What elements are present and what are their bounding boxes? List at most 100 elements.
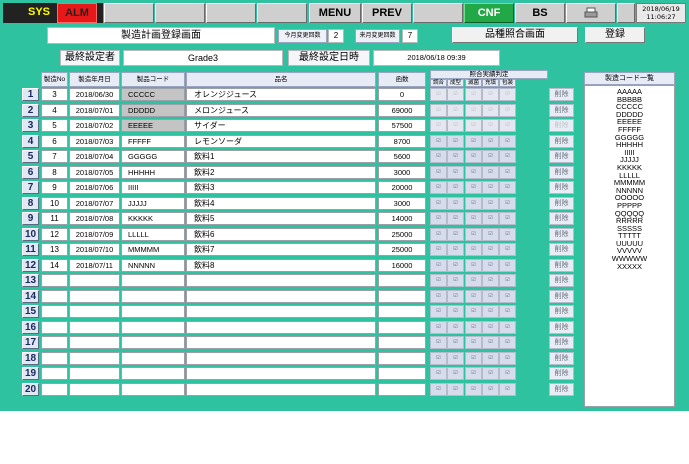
check-box-3[interactable]: ☑ [465, 181, 482, 194]
cell-name[interactable]: 飲料2 [186, 165, 376, 179]
cell-qty[interactable]: 0 [378, 88, 426, 101]
cell-no[interactable] [41, 367, 68, 380]
check-box-2[interactable]: ☑ [447, 150, 464, 163]
check-box-4[interactable]: ☑ [482, 367, 499, 380]
cell-name[interactable]: 飲料7 [186, 243, 376, 256]
row-number-button[interactable]: 8 [22, 196, 39, 210]
check-box-2[interactable]: ☑ [447, 165, 464, 179]
toolbar-blank-4[interactable] [257, 3, 307, 23]
check-box-1[interactable]: ☑ [430, 320, 447, 334]
check-box-5[interactable]: ☑ [499, 274, 516, 287]
row-number-button[interactable]: 20 [22, 382, 39, 396]
check-box-5[interactable]: ☑ [499, 367, 516, 380]
cell-no[interactable] [41, 289, 68, 303]
cell-qty[interactable] [378, 351, 426, 365]
cell-no[interactable] [41, 382, 68, 396]
alm-indicator[interactable]: ALM [57, 3, 97, 23]
check-box-2[interactable]: ☑ [447, 305, 464, 318]
delete-button[interactable]: 削除 [549, 150, 574, 163]
printer-button[interactable] [566, 3, 616, 23]
check-box-4[interactable]: ☑ [482, 165, 499, 179]
cell-qty[interactable]: 25000 [378, 227, 426, 241]
check-box-4[interactable]: ☑ [482, 336, 499, 349]
cell-code[interactable] [121, 351, 185, 365]
cell-date[interactable]: 2018/07/11 [69, 258, 120, 272]
check-box-4[interactable]: ☑ [482, 289, 499, 303]
check-box-3[interactable]: ☑ [465, 212, 482, 225]
cell-qty[interactable] [378, 289, 426, 303]
check-box-4[interactable]: ☑ [482, 150, 499, 163]
check-box-1[interactable]: ☑ [430, 150, 447, 163]
check-box-3[interactable]: ☑ [465, 243, 482, 256]
row-number-button[interactable]: 1 [22, 88, 39, 101]
check-box-1[interactable]: ☑ [430, 367, 447, 380]
check-box-1[interactable]: ☑ [430, 134, 447, 148]
cell-name[interactable]: 飲料6 [186, 227, 376, 241]
check-box-5[interactable]: ☑ [499, 382, 516, 396]
cell-name[interactable] [186, 351, 376, 365]
cell-date[interactable] [69, 382, 120, 396]
cell-code[interactable]: KKKKK [121, 212, 185, 225]
cell-name[interactable]: 飲料3 [186, 181, 376, 194]
cell-name[interactable] [186, 382, 376, 396]
cell-name[interactable]: 飲料5 [186, 212, 376, 225]
cell-date[interactable] [69, 336, 120, 349]
cell-code[interactable] [121, 367, 185, 380]
check-box-2[interactable]: ☑ [447, 289, 464, 303]
cell-code[interactable] [121, 274, 185, 287]
check-box-3[interactable]: ☑ [465, 88, 482, 101]
cell-name[interactable] [186, 305, 376, 318]
toolbar-blank-1[interactable] [104, 3, 154, 23]
check-box-1[interactable]: ☑ [430, 305, 447, 318]
check-box-1[interactable]: ☑ [430, 227, 447, 241]
row-number-button[interactable]: 13 [22, 274, 39, 287]
cell-qty[interactable] [378, 305, 426, 318]
check-box-3[interactable]: ☑ [465, 289, 482, 303]
check-box-1[interactable]: ☑ [430, 181, 447, 194]
bs-button[interactable]: BS [515, 3, 565, 23]
check-box-1[interactable]: ☑ [430, 165, 447, 179]
compare-screen-button[interactable]: 品種照合画面 [452, 27, 578, 43]
check-box-5[interactable]: ☑ [499, 212, 516, 225]
cell-code[interactable]: FFFFF [121, 134, 185, 148]
check-box-1[interactable]: ☑ [430, 336, 447, 349]
cell-name[interactable]: メロンジュース [186, 103, 376, 117]
check-box-5[interactable]: ☑ [499, 134, 516, 148]
row-number-button[interactable]: 3 [22, 119, 39, 132]
check-box-5[interactable]: ☑ [499, 165, 516, 179]
row-number-button[interactable]: 10 [22, 227, 39, 241]
cell-qty[interactable]: 3000 [378, 196, 426, 210]
cell-date[interactable]: 2018/07/02 [69, 119, 120, 132]
row-number-button[interactable]: 2 [22, 103, 39, 117]
check-box-2[interactable]: ☑ [447, 243, 464, 256]
delete-button[interactable]: 削除 [549, 305, 574, 318]
cell-code[interactable]: EEEEE [121, 119, 185, 132]
cell-name[interactable]: 飲料1 [186, 150, 376, 163]
cell-name[interactable]: オレンジジュース [186, 88, 376, 101]
cell-no[interactable]: 13 [41, 243, 68, 256]
row-number-button[interactable]: 11 [22, 243, 39, 256]
cell-code[interactable]: LLLLL [121, 227, 185, 241]
cell-code[interactable]: IIIII [121, 181, 185, 194]
check-box-4[interactable]: ☑ [482, 274, 499, 287]
cell-no[interactable]: 8 [41, 165, 68, 179]
prev-button[interactable]: PREV [362, 3, 412, 23]
check-box-4[interactable]: ☑ [482, 119, 499, 132]
check-box-3[interactable]: ☑ [465, 134, 482, 148]
check-box-3[interactable]: ☑ [465, 150, 482, 163]
delete-button[interactable]: 削除 [549, 367, 574, 380]
check-box-4[interactable]: ☑ [482, 305, 499, 318]
cell-no[interactable]: 3 [41, 88, 68, 101]
check-box-1[interactable]: ☑ [430, 88, 447, 101]
cell-code[interactable] [121, 305, 185, 318]
cell-no[interactable]: 5 [41, 119, 68, 132]
check-box-5[interactable]: ☑ [499, 305, 516, 318]
check-box-3[interactable]: ☑ [465, 227, 482, 241]
check-box-2[interactable]: ☑ [447, 119, 464, 132]
check-box-2[interactable]: ☑ [447, 103, 464, 117]
delete-button[interactable]: 削除 [549, 336, 574, 349]
check-box-4[interactable]: ☑ [482, 351, 499, 365]
cell-name[interactable] [186, 274, 376, 287]
cell-no[interactable]: 7 [41, 150, 68, 163]
cell-qty[interactable]: 57500 [378, 119, 426, 132]
